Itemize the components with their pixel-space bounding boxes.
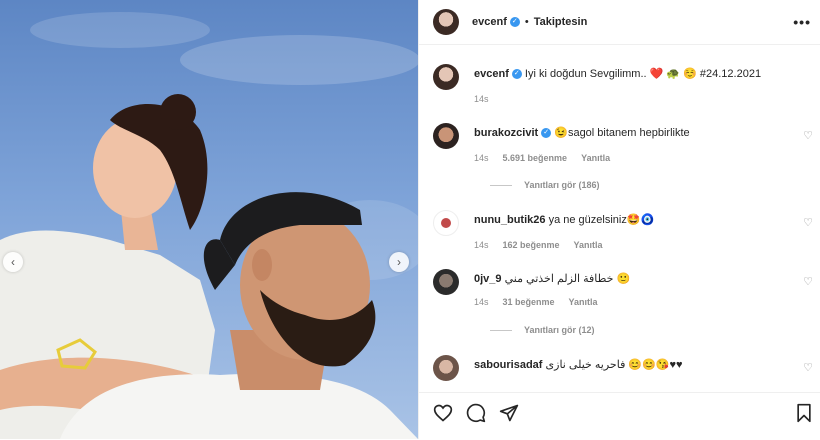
post-action-bar [419,392,820,440]
chevron-right-icon: › [397,255,401,269]
comment-text: 0jv_9 خطافة الزلم اخذتي مني 🙂 [474,272,794,287]
comment-time[interactable]: 14s [474,240,489,250]
view-replies-button[interactable]: Yanıtları gör (12) [490,325,595,335]
caption-time[interactable]: 14s [474,94,489,104]
more-options-icon[interactable]: ••• [793,14,811,30]
like-comment-icon[interactable]: ♡ [803,275,813,288]
comment-username[interactable]: nunu_butik26 [474,214,546,226]
comment-likes[interactable]: 162 beğenme [503,240,560,250]
like-comment-icon[interactable]: ♡ [803,129,813,142]
post-header: evcenf ✓ • Takiptesin ••• [419,0,820,45]
comment-item: nunu_butik26 ya ne güzelsiniz🤩🧿 14s 162 … [433,210,813,256]
author-avatar[interactable] [433,64,459,90]
caption-text: evcenf ✓ Iyi ki doğdun Sevgilimm.. ❤️ 🐢 ☺… [474,67,794,82]
comment-body: ya ne güzelsiniz🤩🧿 [548,214,655,226]
comment-bubble-icon[interactable] [466,403,486,423]
comment-username[interactable]: burakozcivit [474,127,538,139]
commenter-avatar[interactable] [433,210,459,236]
comment-item: 0jv_9 خطافة الزلم اخذتي مني 🙂 14s 31 beğ… [433,269,813,339]
reply-button[interactable]: Yanıtla [569,297,598,307]
separator-dot: • [524,16,529,28]
comment-meta: 14s 5.691 beğenme Yanıtla [474,153,610,163]
caption-meta: 14s [474,94,489,104]
comment-username[interactable]: 0jv_9 [474,273,502,285]
caption-username[interactable]: evcenf [474,68,509,80]
view-replies-label: Yanıtları gör (12) [524,325,595,335]
comment-item: sabourisadaf فاحريه خيلى نازى 😊😊😘♥♥ ♡ [433,355,813,385]
comment-username[interactable]: sabourisadaf [474,359,542,371]
reply-button[interactable]: Yanıtla [581,153,610,163]
like-comment-icon[interactable]: ♡ [803,216,813,229]
caption-body: Iyi ki doğdun Sevgilimm.. ❤️ 🐢 ☺️ #24.12… [524,68,762,80]
replies-divider [490,184,512,186]
commenter-avatar[interactable] [433,123,459,149]
post-caption: evcenf ✓ Iyi ki doğdun Sevgilimm.. ❤️ 🐢 ☺… [433,64,813,110]
chevron-left-icon: ‹ [11,255,15,269]
like-heart-icon[interactable] [433,403,453,423]
comment-likes[interactable]: 31 beğenme [503,297,555,307]
comment-text: nunu_butik26 ya ne güzelsiniz🤩🧿 [474,213,794,228]
comment-time[interactable]: 14s [474,153,489,163]
comment-meta: 14s 31 beğenme Yanıtla [474,297,598,307]
comment-time[interactable]: 14s [474,297,489,307]
verified-icon: ✓ [541,128,552,139]
share-send-icon[interactable] [499,403,519,423]
bookmark-save-icon[interactable] [795,403,813,423]
post-side-panel: evcenf ✓ • Takiptesin ••• evcenf ✓ Iyi ki… [418,0,820,439]
prev-photo-button[interactable]: ‹ [3,252,23,272]
view-replies-label: Yanıtları gör (186) [524,180,600,190]
comment-item: burakozcivit ✓ 😉sagol bitanem hepbirlikte… [433,123,813,193]
post-photo: ‹ › [0,0,418,439]
commenter-avatar[interactable] [433,269,459,295]
reply-button[interactable]: Yanıtla [574,240,603,250]
replies-divider [490,329,512,331]
comment-body: خطافة الزلم اخذتي مني 🙂 [504,273,631,285]
comment-likes[interactable]: 5.691 beğenme [503,153,568,163]
like-comment-icon[interactable]: ♡ [803,361,813,374]
verified-icon: ✓ [509,17,520,27]
commenter-avatar[interactable] [433,355,459,381]
view-replies-button[interactable]: Yanıtları gör (186) [490,180,600,190]
photo-illustration [0,12,418,439]
comment-meta: 14s 162 beğenme Yanıtla [474,240,603,250]
following-button[interactable]: Takiptesin [534,16,588,28]
shop-logo-icon [441,218,451,228]
comment-body: 😉sagol bitanem hepbirlikte [554,127,690,139]
author-avatar[interactable] [433,9,459,35]
comment-text: sabourisadaf فاحريه خيلى نازى 😊😊😘♥♥ [474,358,794,373]
author-username[interactable]: evcenf [472,16,507,28]
verified-icon: ✓ [511,69,522,80]
comment-body: فاحريه خيلى نازى 😊😊😘♥♥ [545,359,683,371]
comment-text: burakozcivit ✓ 😉sagol bitanem hepbirlikte [474,126,794,141]
next-photo-button[interactable]: › [389,252,409,272]
